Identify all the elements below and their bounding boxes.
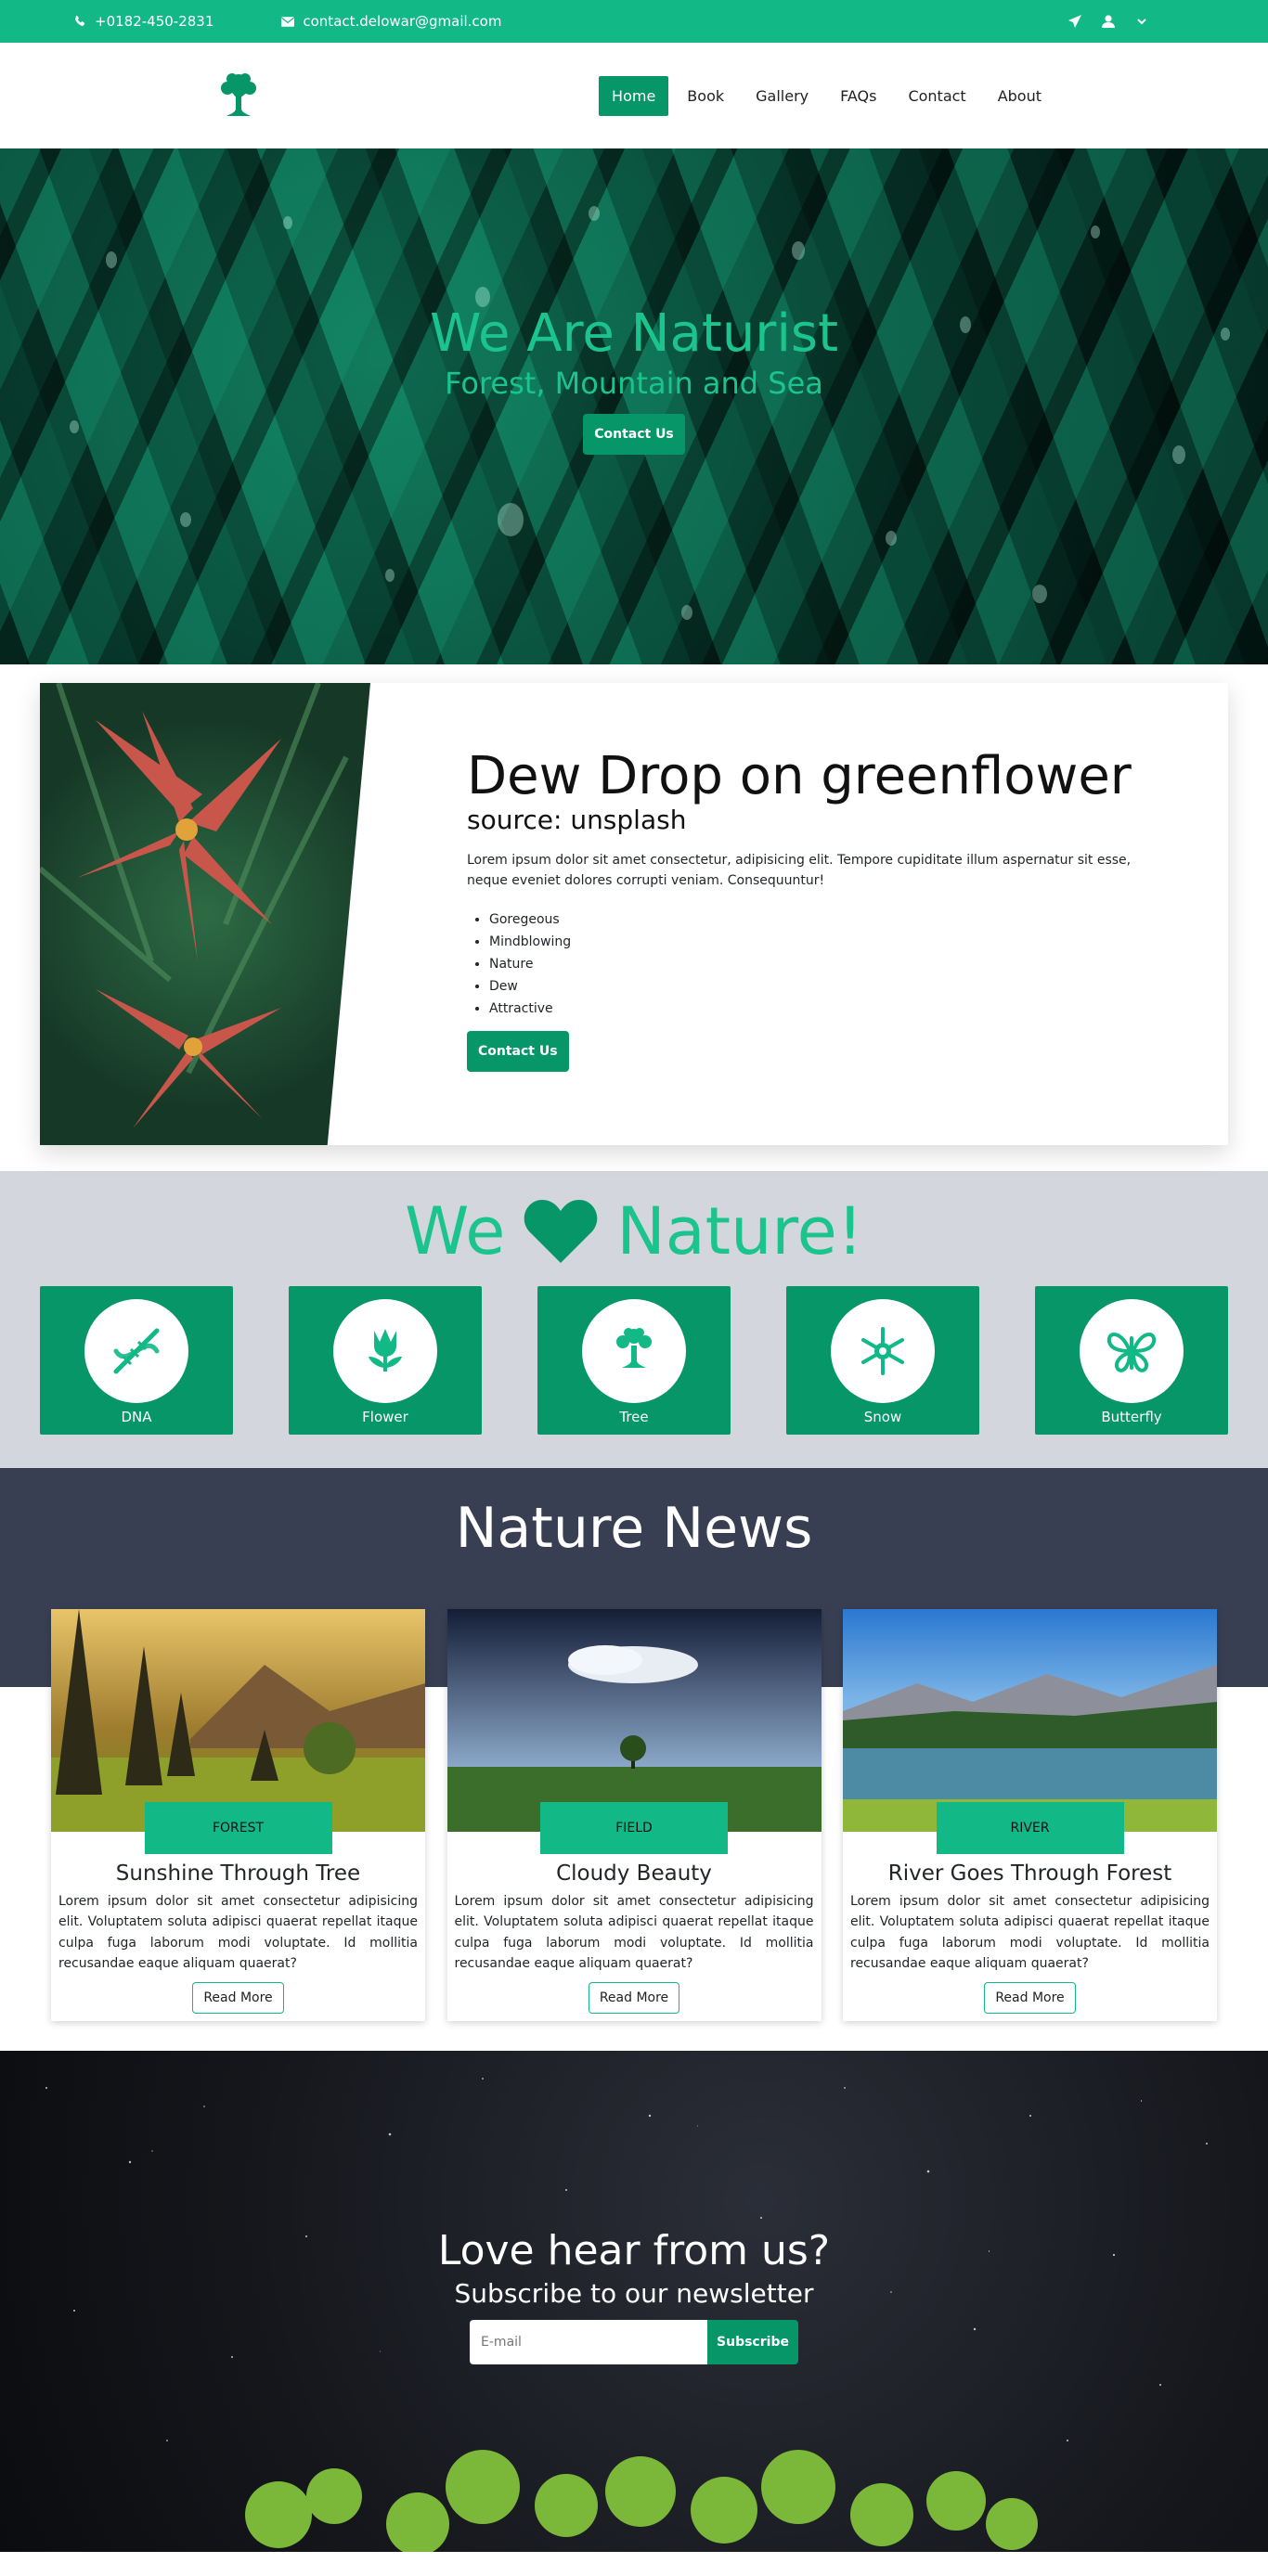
contact-info: +0182-450-2831 contact.delowar@gmail.com: [72, 13, 501, 30]
love-heading-left: We: [405, 1193, 506, 1269]
card-text: Lorem ipsum dolor sit amet consectetur a…: [850, 1894, 1210, 1972]
card-title: Sunshine Through Tree: [115, 1861, 361, 1886]
card-title: River Goes Through Forest: [887, 1861, 1172, 1886]
news-cards: FOREST Sunshine Through Tree Lorem ipsum…: [0, 1609, 1268, 2021]
love-heading: We Nature!: [0, 1193, 1268, 1269]
list-item: Dew: [489, 975, 1228, 998]
forest-image: FOREST: [51, 1609, 425, 1854]
phone-contact[interactable]: +0182-450-2831: [72, 13, 213, 30]
card-text: Lorem ipsum dolor sit amet consectetur a…: [58, 1894, 418, 1972]
read-more-button[interactable]: Read More: [984, 1981, 1076, 2014]
hero-contact-button[interactable]: Contact Us: [583, 413, 685, 455]
news-title: Nature News: [455, 1496, 813, 1561]
dna-icon: [113, 1328, 160, 1374]
icon-card-dna[interactable]: DNA: [40, 1286, 233, 1435]
icon-card-snow[interactable]: Snow: [786, 1286, 979, 1435]
butterfly-icon: [1106, 1333, 1157, 1372]
news-card: FOREST Sunshine Through Tree Lorem ipsum…: [51, 1609, 425, 2021]
feature-title: Dew Drop on greenflower: [467, 746, 1132, 806]
card-title: Cloudy Beauty: [556, 1861, 712, 1886]
phone-number: +0182-450-2831: [95, 13, 214, 30]
email-field[interactable]: [470, 2319, 708, 2364]
feature-section: Dew Drop on greenflower source: unsplash…: [0, 664, 1268, 1171]
list-item: Mindblowing: [489, 931, 1228, 953]
category-tag[interactable]: RIVER: [936, 1802, 1124, 1854]
read-more-button[interactable]: Read More: [192, 1981, 284, 2014]
icon-card-label: Snow: [863, 1409, 902, 1425]
list-item: Goregeous: [489, 908, 1228, 931]
icon-card-butterfly[interactable]: Butterfly: [1035, 1286, 1228, 1435]
news-section: Nature News FOREST Sunshine Through Tree…: [0, 1468, 1268, 2051]
paper-plane-icon[interactable]: [1067, 14, 1082, 29]
envelope-icon: [280, 14, 295, 29]
heart-icon: [524, 1200, 598, 1263]
nav-gallery[interactable]: Gallery: [743, 76, 822, 116]
category-tag[interactable]: FIELD: [540, 1802, 728, 1854]
feature-list: Goregeous Mindblowing Nature Dew Attract…: [489, 908, 1228, 1020]
icon-card-label: Flower: [362, 1409, 408, 1425]
feature-content: Dew Drop on greenflower source: unsplash…: [370, 683, 1228, 1145]
email-address: contact.delowar@gmail.com: [303, 13, 502, 30]
nav-book[interactable]: Book: [674, 76, 737, 116]
card-text: Lorem ipsum dolor sit amet consectetur a…: [454, 1894, 814, 1972]
love-nature-section: We Nature! DNA Flower Tree Snow Butterfl…: [0, 1171, 1268, 1468]
field-image: FIELD: [446, 1609, 822, 1854]
subscribe-button[interactable]: Subscribe: [707, 2319, 798, 2364]
primary-nav: Home Book Gallery FAQs Contact About: [599, 75, 1055, 116]
newsletter-form: Subscribe: [0, 2319, 1268, 2364]
flower-image: [40, 683, 370, 1145]
newsletter-section: Love hear from us? Subscribe to our news…: [0, 2050, 1268, 2552]
flower-icon: [369, 1329, 402, 1372]
nav-faqs[interactable]: FAQs: [827, 76, 889, 116]
nav-home[interactable]: Home: [599, 75, 669, 116]
hero-banner: We Are Naturist Forest, Mountain and Sea…: [0, 148, 1268, 664]
icon-card-label: DNA: [121, 1409, 152, 1425]
icon-card-label: Butterfly: [1101, 1409, 1162, 1425]
category-tag[interactable]: FOREST: [144, 1802, 332, 1854]
newsletter-title: Love hear from us?: [437, 2226, 831, 2274]
phone-icon: [72, 14, 87, 29]
newsletter-subtitle: Subscribe to our newsletter: [454, 2277, 814, 2309]
hero-title: We Are Naturist: [429, 303, 839, 364]
feature-card: Dew Drop on greenflower source: unsplash…: [40, 683, 1228, 1145]
topbar-actions: [1067, 14, 1196, 29]
news-card: RIVER River Goes Through Forest Lorem ip…: [843, 1609, 1217, 2021]
top-contact-bar: +0182-450-2831 contact.delowar@gmail.com: [0, 0, 1268, 43]
nav-contact[interactable]: Contact: [895, 76, 978, 116]
chevron-down-icon[interactable]: [1134, 14, 1149, 29]
feature-contact-button[interactable]: Contact Us: [467, 1030, 569, 1072]
news-card: FIELD Cloudy Beauty Lorem ipsum dolor si…: [446, 1609, 822, 2021]
icon-card-label: Tree: [619, 1409, 649, 1425]
river-image: RIVER: [843, 1609, 1217, 1854]
nav-about[interactable]: About: [985, 76, 1055, 116]
user-icon[interactable]: [1101, 14, 1116, 29]
read-more-button[interactable]: Read More: [588, 1981, 680, 2014]
nature-icons: DNA Flower Tree Snow Butterfly: [0, 1286, 1268, 1435]
hero-subtitle: Forest, Mountain and Sea: [445, 365, 823, 401]
hero-background-image: [70, 206, 1230, 620]
list-item: Nature: [489, 953, 1228, 975]
tree-logo-icon[interactable]: [213, 68, 264, 123]
list-item: Attractive: [489, 998, 1228, 1020]
love-heading-right: Nature!: [616, 1193, 863, 1269]
main-navbar: Home Book Gallery FAQs Contact About: [0, 43, 1268, 148]
feature-description: Lorem ipsum dolor sit amet consectetur, …: [467, 852, 1132, 889]
icon-card-flower[interactable]: Flower: [289, 1286, 482, 1435]
feature-source: source: unsplash: [467, 804, 687, 835]
snowflake-icon: [861, 1327, 904, 1375]
email-contact[interactable]: contact.delowar@gmail.com: [280, 13, 501, 30]
icon-card-tree[interactable]: Tree: [537, 1286, 731, 1435]
tree-icon: [616, 1328, 652, 1368]
